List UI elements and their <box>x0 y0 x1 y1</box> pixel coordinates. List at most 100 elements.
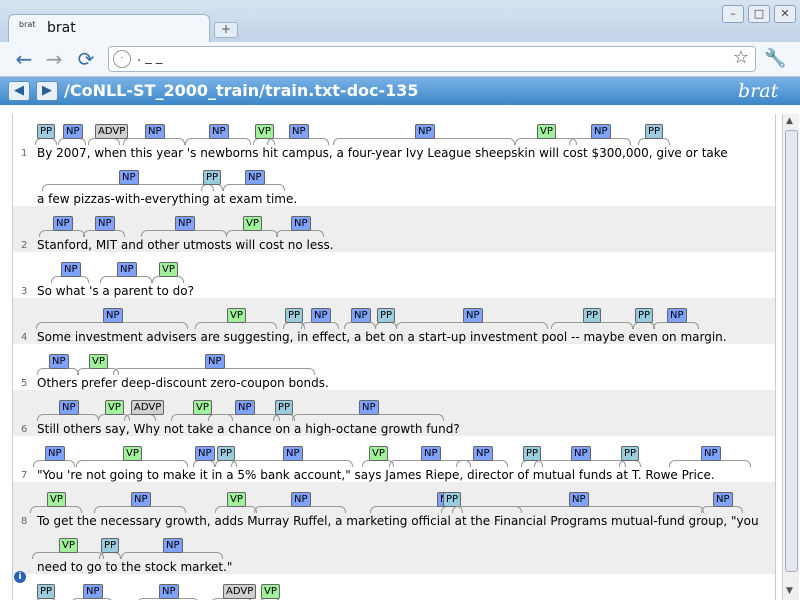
chunk-label-vp[interactable]: VP <box>89 354 108 369</box>
chunk-label-np[interactable]: NP <box>463 308 483 323</box>
chunk-label-pp[interactable]: PP <box>217 446 236 461</box>
chunk-label-np[interactable]: NP <box>667 308 687 323</box>
forward-icon[interactable]: → <box>42 47 66 71</box>
chunk-label-np[interactable]: NP <box>701 446 721 461</box>
chunk-label-np[interactable]: NP <box>63 124 83 139</box>
sentence-text[interactable]: So what 's a parent to do? <box>37 284 194 298</box>
sentence-text[interactable]: "You 're not going to make it in a 5% ba… <box>37 468 715 482</box>
chunk-label-vp[interactable]: VP <box>159 262 178 277</box>
star-icon[interactable]: ☆ <box>733 47 749 68</box>
close-button[interactable]: ✕ <box>774 5 796 23</box>
document-path[interactable]: /CoNLL-ST_2000_train/train.txt-doc-135 <box>64 81 419 100</box>
chunk-label-vp[interactable]: VP <box>193 400 212 415</box>
sentence-text[interactable]: Stanford, MIT and other utmosts will cos… <box>37 238 334 252</box>
chunk-label-vp[interactable]: VP <box>255 124 274 139</box>
chunk-label-np[interactable]: NP <box>209 124 229 139</box>
vertical-scrollbar[interactable]: ▲ ▼ <box>782 114 799 600</box>
sentence-text[interactable]: a few pizzas-with-everything at exam tim… <box>37 192 297 206</box>
chunk-label-np[interactable]: NP <box>103 308 123 323</box>
chunk-label-np[interactable]: NP <box>61 262 81 277</box>
chunk-label-advp[interactable]: ADVP <box>95 124 129 139</box>
chunk-label-vp[interactable]: VP <box>105 400 124 415</box>
reload-icon[interactable]: ⟳ <box>74 47 98 71</box>
chunk-label-vp[interactable]: VP <box>261 584 280 599</box>
chunk-label-vp[interactable]: VP <box>47 492 66 507</box>
chunk-label-np[interactable]: NP <box>117 262 137 277</box>
chunk-label-np[interactable]: NP <box>195 446 215 461</box>
chunk-label-np[interactable]: NP <box>83 584 103 599</box>
chunk-label-np[interactable]: NP <box>713 492 733 507</box>
chunk-label-pp[interactable]: PP <box>37 124 56 139</box>
chunk-label-pp[interactable]: PP <box>645 124 664 139</box>
chunk-label-np[interactable]: NP <box>59 400 79 415</box>
new-tab-button[interactable]: + <box>214 22 238 38</box>
chunk-label-np[interactable]: NP <box>473 446 493 461</box>
chunk-label-np[interactable]: NP <box>245 170 265 185</box>
chunk-label-np[interactable]: NP <box>351 308 371 323</box>
chunk-label-np[interactable]: NP <box>119 170 139 185</box>
chunk-label-np[interactable]: NP <box>421 446 441 461</box>
chunk-label-np[interactable]: NP <box>131 492 151 507</box>
chunk-label-pp[interactable]: PP <box>377 308 396 323</box>
chunk-label-np[interactable]: NP <box>283 446 303 461</box>
scroll-thumb[interactable] <box>785 130 798 572</box>
wrench-icon[interactable]: 🔧 <box>764 48 786 69</box>
chunk-label-advp[interactable]: ADVP <box>223 584 257 599</box>
chunk-label-np[interactable]: NP <box>591 124 611 139</box>
chunk-label-pp[interactable]: PP <box>203 170 222 185</box>
sentence-text[interactable]: need to go to the stock market." <box>37 560 232 574</box>
chunk-label-vp[interactable]: VP <box>227 492 246 507</box>
chunk-label-pp[interactable]: PP <box>275 400 294 415</box>
chunk-label-np[interactable]: NP <box>311 308 331 323</box>
chunk-label-np[interactable]: NP <box>163 538 183 553</box>
chunk-label-np[interactable]: NP <box>235 400 255 415</box>
chunk-label-np[interactable]: NP <box>291 492 311 507</box>
scroll-down-icon[interactable]: ▼ <box>786 586 793 596</box>
chunk-label-pp[interactable]: PP <box>621 446 640 461</box>
back-icon[interactable]: ← <box>12 47 36 71</box>
chunk-label-pp[interactable]: PP <box>37 584 56 599</box>
chunk-label-pp[interactable]: PP <box>583 308 602 323</box>
chunk-label-vp[interactable]: VP <box>227 308 246 323</box>
chunk-label-np[interactable]: NP <box>359 400 379 415</box>
chunk-label-vp[interactable]: VP <box>537 124 556 139</box>
chunk-label-np[interactable]: NP <box>95 216 115 231</box>
chunk-label-np[interactable]: NP <box>53 216 73 231</box>
sentence-text[interactable]: Still others say, Why not take a chance … <box>37 422 460 436</box>
chunk-label-vp[interactable]: VP <box>123 446 142 461</box>
chunk-label-np[interactable]: NP <box>415 124 435 139</box>
chunk-label-pp[interactable]: PP <box>443 492 462 507</box>
next-doc-button[interactable]: ▶ <box>36 81 58 101</box>
span-bracket <box>396 322 548 329</box>
chunk-label-np[interactable]: NP <box>145 124 165 139</box>
chunk-label-np[interactable]: NP <box>289 124 309 139</box>
prev-doc-button[interactable]: ◀ <box>8 81 30 101</box>
chunk-label-np[interactable]: NP <box>569 492 589 507</box>
sentence-text[interactable]: By 2007, when this year 's newborns hit … <box>37 146 728 160</box>
chunk-label-np[interactable]: NP <box>49 354 69 369</box>
sentence-text[interactable]: Others prefer deep-discount zero-coupon … <box>37 376 329 390</box>
span-bracket <box>201 184 223 191</box>
chunk-label-pp[interactable]: PP <box>285 308 304 323</box>
chunk-label-np[interactable]: NP <box>291 216 311 231</box>
sentence-text[interactable]: To get the necessary growth, adds Murray… <box>37 514 759 528</box>
chunk-label-np[interactable]: NP <box>45 446 65 461</box>
chunk-label-np[interactable]: NP <box>571 446 591 461</box>
address-bar[interactable]: · . _ _ ☆ <box>108 46 756 72</box>
chunk-label-np[interactable]: NP <box>175 216 195 231</box>
browser-tab[interactable]: brat brat <box>8 14 210 43</box>
scroll-up-icon[interactable]: ▲ <box>786 116 793 126</box>
chunk-label-advp[interactable]: ADVP <box>131 400 165 415</box>
chunk-label-pp[interactable]: PP <box>635 308 654 323</box>
chunk-label-pp[interactable]: PP <box>523 446 542 461</box>
chunk-label-vp[interactable]: VP <box>243 216 262 231</box>
chunk-label-vp[interactable]: VP <box>369 446 388 461</box>
minimize-button[interactable]: – <box>722 5 744 23</box>
chunk-label-np[interactable]: NP <box>159 584 179 599</box>
chunk-label-pp[interactable]: PP <box>101 538 120 553</box>
chunk-label-np[interactable]: NP <box>205 354 225 369</box>
maximize-button[interactable]: □ <box>748 5 770 23</box>
chunk-label-vp[interactable]: VP <box>59 538 78 553</box>
sentence-text[interactable]: Some investment advisers are suggesting,… <box>37 330 727 344</box>
info-icon[interactable]: i <box>14 571 26 583</box>
